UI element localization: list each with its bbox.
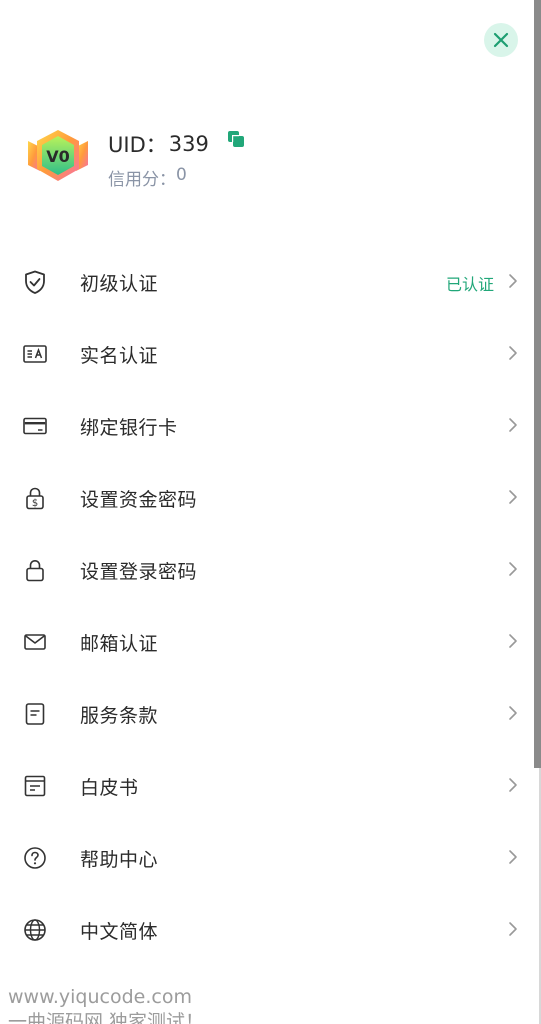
verified-status: 已认证 bbox=[445, 275, 494, 294]
credit-label: 信用分： bbox=[108, 170, 176, 190]
menu-item-login-password[interactable]: 设置登录密码 bbox=[0, 534, 534, 606]
chevron-right-icon bbox=[509, 274, 517, 288]
globe-icon bbox=[22, 917, 48, 943]
profile-header: V0 UID： 339 信用分： 0 bbox=[24, 125, 504, 195]
svg-text:$: $ bbox=[32, 498, 38, 509]
level-badge: V0 bbox=[28, 130, 88, 181]
menu-item-label: 帮助中心 bbox=[80, 849, 159, 871]
menu-item-label: 实名认证 bbox=[80, 345, 159, 367]
chevron-right-icon bbox=[509, 346, 517, 360]
id-card-icon bbox=[22, 341, 48, 367]
menu-item-label: 设置资金密码 bbox=[80, 489, 198, 511]
whitepaper-icon bbox=[22, 773, 48, 799]
chevron-right-icon bbox=[509, 778, 517, 792]
menu-item-label: 设置登录密码 bbox=[80, 561, 198, 583]
menu-item-real-name-verification[interactable]: 实名认证 bbox=[0, 318, 534, 390]
chevron-right-icon bbox=[509, 634, 517, 648]
menu-item-label: 邮箱认证 bbox=[80, 633, 159, 655]
menu-item-label: 服务条款 bbox=[80, 705, 159, 727]
menu-item-fund-password[interactable]: $ 设置资金密码 bbox=[0, 462, 534, 534]
mail-icon bbox=[22, 629, 48, 655]
watermark-url: www.yiqucode.com bbox=[8, 986, 192, 1008]
menu-item-help-center[interactable]: 帮助中心 bbox=[0, 822, 534, 894]
lock-icon bbox=[22, 557, 48, 583]
watermark-caption: 一曲源码网 独家测试！ bbox=[8, 1011, 205, 1024]
menu-item-email-verification[interactable]: 邮箱认证 bbox=[0, 606, 534, 678]
bank-card-icon bbox=[22, 413, 48, 439]
copy-icon[interactable] bbox=[227, 130, 245, 148]
uid-line: UID： 339 bbox=[108, 129, 209, 159]
credit-value: 0 bbox=[176, 165, 187, 185]
chevron-right-icon bbox=[509, 562, 517, 576]
document-icon bbox=[22, 701, 48, 727]
menu-item-label: 初级认证 bbox=[80, 273, 159, 295]
uid-label: UID： bbox=[108, 133, 167, 157]
menu-item-whitepaper[interactable]: 白皮书 bbox=[0, 750, 534, 822]
chevron-right-icon bbox=[509, 418, 517, 432]
help-circle-icon bbox=[22, 845, 48, 871]
uid-value: 339 bbox=[168, 132, 209, 156]
dollar-lock-icon: $ bbox=[22, 485, 48, 511]
chevron-right-icon bbox=[509, 490, 517, 504]
menu-item-label: 白皮书 bbox=[80, 777, 139, 799]
close-icon bbox=[493, 32, 509, 48]
scrollbar[interactable] bbox=[534, 0, 541, 768]
shield-check-icon bbox=[22, 269, 48, 295]
close-button[interactable] bbox=[484, 23, 518, 57]
menu-item-label: 绑定银行卡 bbox=[80, 417, 178, 439]
settings-menu: 初级认证 已认证 实名认证 绑定银行卡 $ 设置资金密码 设置登录密码 邮箱认证… bbox=[0, 246, 534, 966]
chevron-right-icon bbox=[509, 922, 517, 936]
menu-item-language[interactable]: 中文简体 bbox=[0, 894, 534, 966]
menu-item-bind-bank-card[interactable]: 绑定银行卡 bbox=[0, 390, 534, 462]
menu-item-basic-verification[interactable]: 初级认证 已认证 bbox=[0, 246, 534, 318]
menu-item-terms-of-service[interactable]: 服务条款 bbox=[0, 678, 534, 750]
credit-score: 信用分： 0 bbox=[108, 165, 187, 190]
chevron-right-icon bbox=[509, 706, 517, 720]
chevron-right-icon bbox=[509, 850, 517, 864]
menu-item-label: 中文简体 bbox=[80, 921, 159, 943]
level-badge-text: V0 bbox=[46, 147, 70, 166]
